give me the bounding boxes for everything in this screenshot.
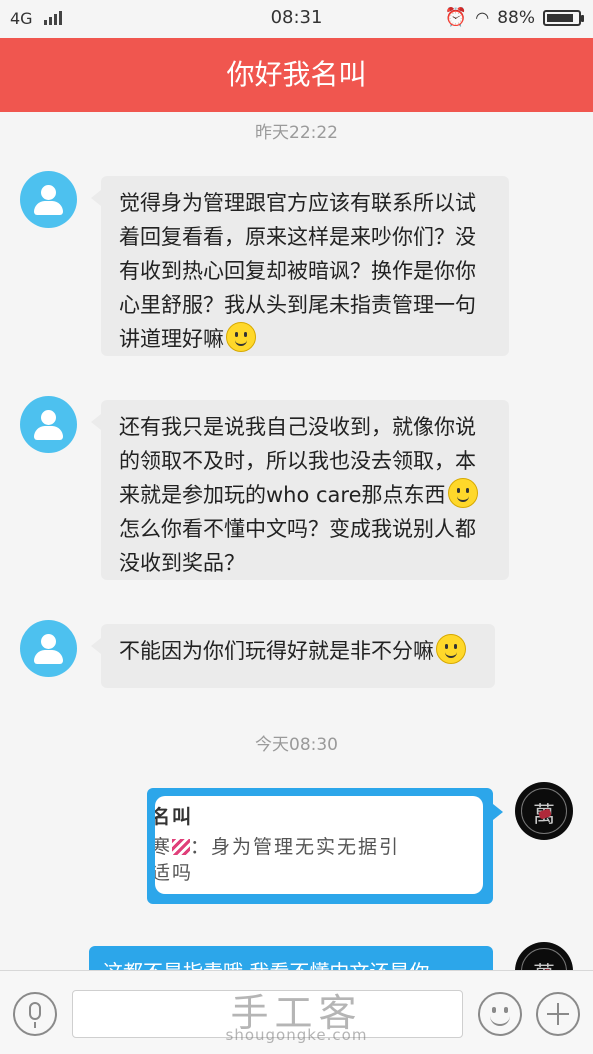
message-line: 还有我只是说我自己没收到，就像你说 <box>119 415 476 439</box>
message-bubble[interactable]: 觉得身为管理跟官方应该有联系所以试 着回复看看，原来这样是来吵你们？没 有收到热… <box>91 176 509 356</box>
message-input[interactable] <box>72 990 463 1038</box>
my-avatar[interactable]: 萬 <box>515 782 573 840</box>
message-bubble[interactable]: 还有我只是说我自己没收到，就像你说 的领取不及时，所以我也没去领取，本 来就是参… <box>91 400 509 580</box>
emoji-button[interactable] <box>478 992 522 1036</box>
message-bubble[interactable]: 不能因为你们玩得好就是非不分嘛 <box>91 624 495 688</box>
alarm-icon: ⏰ <box>444 7 468 28</box>
message-line: 着回复看看，原来这样是来吵你们？没 <box>119 225 476 249</box>
message-line: 没收到奖品？ <box>119 551 245 575</box>
message-line: 来就是参加玩的who care那点东西 <box>119 483 446 507</box>
message-line: 有收到热心回复却被暗讽？换作是你你 <box>119 259 476 283</box>
timestamp-yesterday: 昨天22:22 <box>255 123 338 143</box>
user-icon <box>41 410 56 425</box>
sticker-icon <box>172 839 191 855</box>
image-message-bubble[interactable]: 名叫 寒 ：身为管理无实无据引 适吗 <box>147 788 503 904</box>
avatar-glyph: 萬 <box>515 957 573 970</box>
message-line: 心里舒服？我从头到尾未指责管理一句 <box>119 293 476 317</box>
contact-avatar[interactable] <box>20 171 77 228</box>
screenshot-image: 名叫 寒 ：身为管理无实无据引 适吗 <box>155 796 483 894</box>
quote-line: 适吗 <box>155 862 194 884</box>
quote-line: 名叫 <box>155 806 194 828</box>
smiley-emoji-icon <box>447 478 478 508</box>
user-icon <box>41 185 56 200</box>
timestamp-today: 今天08:30 <box>255 735 338 755</box>
wifi-icon: ◠ <box>475 8 490 27</box>
message-line: 讲道理好嘛 <box>119 327 224 351</box>
chat-area[interactable]: 昨天22:22 觉得身为管理跟官方应该有联系所以试 着回复看看，原来这样是来吵你… <box>0 112 593 970</box>
voice-button[interactable] <box>13 992 57 1036</box>
message-line: 的领取不及时，所以我也没去领取，本 <box>119 449 476 473</box>
outgoing-message-bubble[interactable]: 这都不是指责哦 我看不懂中文还是你 <box>89 946 493 970</box>
message-line: 这都不是指责哦 我看不懂中文还是你 <box>103 960 429 970</box>
my-avatar[interactable]: 萬 <box>515 942 573 970</box>
user-icon <box>41 634 56 649</box>
smiley-emoji-icon <box>436 634 466 664</box>
message-line: 怎么你看不懂中文吗？变成我说别人都 <box>119 517 476 541</box>
battery-percent: 88% <box>497 7 535 28</box>
chat-title: 你好我名叫 <box>0 38 593 112</box>
add-button[interactable] <box>536 992 580 1036</box>
message-line: 觉得身为管理跟官方应该有联系所以试 <box>119 191 476 215</box>
message-line: 不能因为你们玩得好就是非不分嘛 <box>119 639 434 663</box>
smiley-emoji-icon <box>226 322 256 352</box>
microphone-icon <box>29 1002 41 1020</box>
status-bar: 4G 08:31 ⏰ ◠ 88% <box>0 0 593 38</box>
input-bar <box>0 970 593 1054</box>
quote-line: ：身为管理无实无据引 <box>190 836 401 858</box>
contact-avatar[interactable] <box>20 396 77 453</box>
contact-avatar[interactable] <box>20 620 77 677</box>
battery-icon <box>543 9 584 26</box>
quote-line: 寒 <box>155 836 173 858</box>
